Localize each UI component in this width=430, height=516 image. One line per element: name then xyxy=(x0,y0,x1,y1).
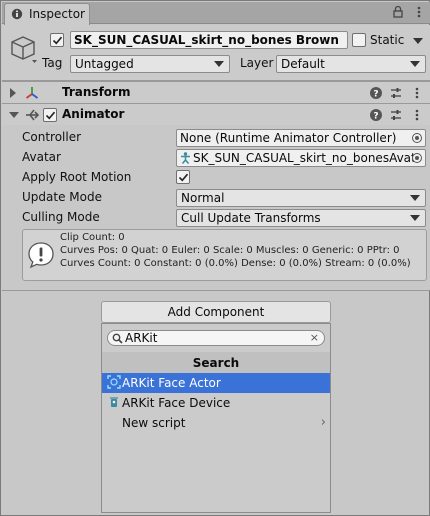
apply-root-motion-label: Apply Root Motion xyxy=(22,170,132,184)
tag-value: Untagged xyxy=(75,57,134,71)
chevron-down-icon xyxy=(214,61,224,67)
avatar-field[interactable]: SK_SUN_CASUAL_skirt_no_bonesAvat xyxy=(176,149,426,167)
object-picker-icon[interactable] xyxy=(412,133,422,143)
face-actor-icon xyxy=(107,375,121,389)
search-value: ARKit xyxy=(125,331,158,345)
chevron-down-icon xyxy=(410,215,420,221)
static-checkbox[interactable] xyxy=(352,33,366,47)
search-input[interactable]: ARKit × xyxy=(107,330,325,346)
update-mode-value: Normal xyxy=(181,191,225,205)
face-device-icon xyxy=(110,397,118,407)
static-label: Static xyxy=(370,33,405,47)
curves-pos-text: Curves Pos: 0 Quat: 0 Euler: 0 Scale: 0 … xyxy=(60,245,400,256)
layer-label: Layer xyxy=(240,56,274,70)
animator-component-header[interactable]: Animator ? xyxy=(2,103,430,125)
add-component-popup: ARKit × Search ARKit Face Actor ARKit Fa… xyxy=(101,323,331,513)
chevron-down-icon xyxy=(410,195,420,201)
update-mode-label: Update Mode xyxy=(22,190,102,204)
controller-value: None (Runtime Animator Controller) xyxy=(180,131,397,145)
tab-title: Inspector xyxy=(29,7,85,21)
transform-icon xyxy=(25,87,39,99)
controller-field[interactable]: None (Runtime Animator Controller) xyxy=(176,129,426,147)
list-item-arkit-face-actor[interactable]: ARKit Face Actor xyxy=(102,373,330,393)
list-item-label: ARKit Face Device xyxy=(122,396,231,410)
clear-search-icon[interactable]: × xyxy=(310,331,319,345)
layer-dropdown[interactable]: Default xyxy=(276,55,426,73)
list-item-arkit-face-device[interactable]: ARKit Face Device xyxy=(102,393,330,413)
preset-icon[interactable] xyxy=(389,86,403,100)
avatar-label: Avatar xyxy=(22,150,61,164)
component-menu-icon[interactable] xyxy=(410,108,424,122)
foldout-collapsed-icon[interactable] xyxy=(10,88,16,98)
lock-icon[interactable] xyxy=(391,5,405,19)
foldout-expanded-icon[interactable] xyxy=(9,112,19,118)
animator-enabled-checkbox[interactable] xyxy=(43,108,57,122)
culling-mode-value: Cull Update Transforms xyxy=(181,211,321,225)
update-mode-dropdown[interactable]: Normal xyxy=(176,189,426,207)
window-menu-icon[interactable] xyxy=(412,5,426,19)
preset-icon[interactable] xyxy=(389,108,403,122)
apply-root-motion-checkbox[interactable] xyxy=(176,170,190,184)
info-warning-icon xyxy=(28,242,54,269)
add-component-button[interactable]: Add Component xyxy=(101,301,331,323)
avatar-icon xyxy=(181,152,190,164)
search-icon xyxy=(112,333,123,344)
help-icon[interactable]: ? xyxy=(369,86,383,100)
tag-dropdown[interactable]: Untagged xyxy=(70,55,230,73)
chevron-down-icon xyxy=(410,61,420,67)
animator-info-box: Clip Count: 0 Curves Pos: 0 Quat: 0 Eule… xyxy=(22,229,427,281)
curves-count-text: Curves Count: 0 Constant: 0 (0.0%) Dense… xyxy=(60,258,411,269)
tag-label: Tag xyxy=(42,56,63,70)
avatar-value: SK_SUN_CASUAL_skirt_no_bonesAvat xyxy=(193,151,416,165)
svg-text:?: ? xyxy=(373,90,378,100)
search-results-title: Search xyxy=(102,352,330,374)
list-item-label: New script xyxy=(122,416,186,430)
culling-mode-label: Culling Mode xyxy=(22,210,100,224)
help-icon[interactable]: ? xyxy=(369,108,383,122)
chevron-right-icon: › xyxy=(320,415,326,430)
list-item-label: ARKit Face Actor xyxy=(122,376,221,390)
clip-count-text: Clip Count: 0 xyxy=(60,232,125,243)
layer-value: Default xyxy=(281,57,325,71)
active-checkbox[interactable] xyxy=(50,33,64,47)
svg-text:?: ? xyxy=(373,112,378,122)
transform-title: Transform xyxy=(62,85,131,99)
gameobject-cube-icon[interactable] xyxy=(8,33,38,63)
object-picker-icon[interactable] xyxy=(412,153,422,163)
animator-icon xyxy=(26,109,40,121)
gameobject-header: SK_SUN_CASUAL_skirt_no_bones Brown Stati… xyxy=(2,25,430,81)
gameobject-name-field[interactable]: SK_SUN_CASUAL_skirt_no_bones Brown xyxy=(70,31,348,49)
animator-title: Animator xyxy=(62,107,125,121)
controller-label: Controller xyxy=(22,130,82,144)
animator-properties: Controller None (Runtime Animator Contro… xyxy=(2,125,430,291)
info-icon xyxy=(11,8,23,20)
static-dropdown-arrow-icon[interactable] xyxy=(413,38,423,44)
list-item-new-script[interactable]: New script › xyxy=(102,413,330,433)
transform-component-header[interactable]: Transform ? xyxy=(2,81,430,103)
culling-mode-dropdown[interactable]: Cull Update Transforms xyxy=(176,209,426,227)
component-menu-icon[interactable] xyxy=(410,86,424,100)
tab-bar: Inspector xyxy=(2,2,430,25)
inspector-window: Inspector SK_SUN_CASUAL_skirt_no_bones B… xyxy=(0,0,430,516)
tab-inspector[interactable]: Inspector xyxy=(4,3,90,25)
